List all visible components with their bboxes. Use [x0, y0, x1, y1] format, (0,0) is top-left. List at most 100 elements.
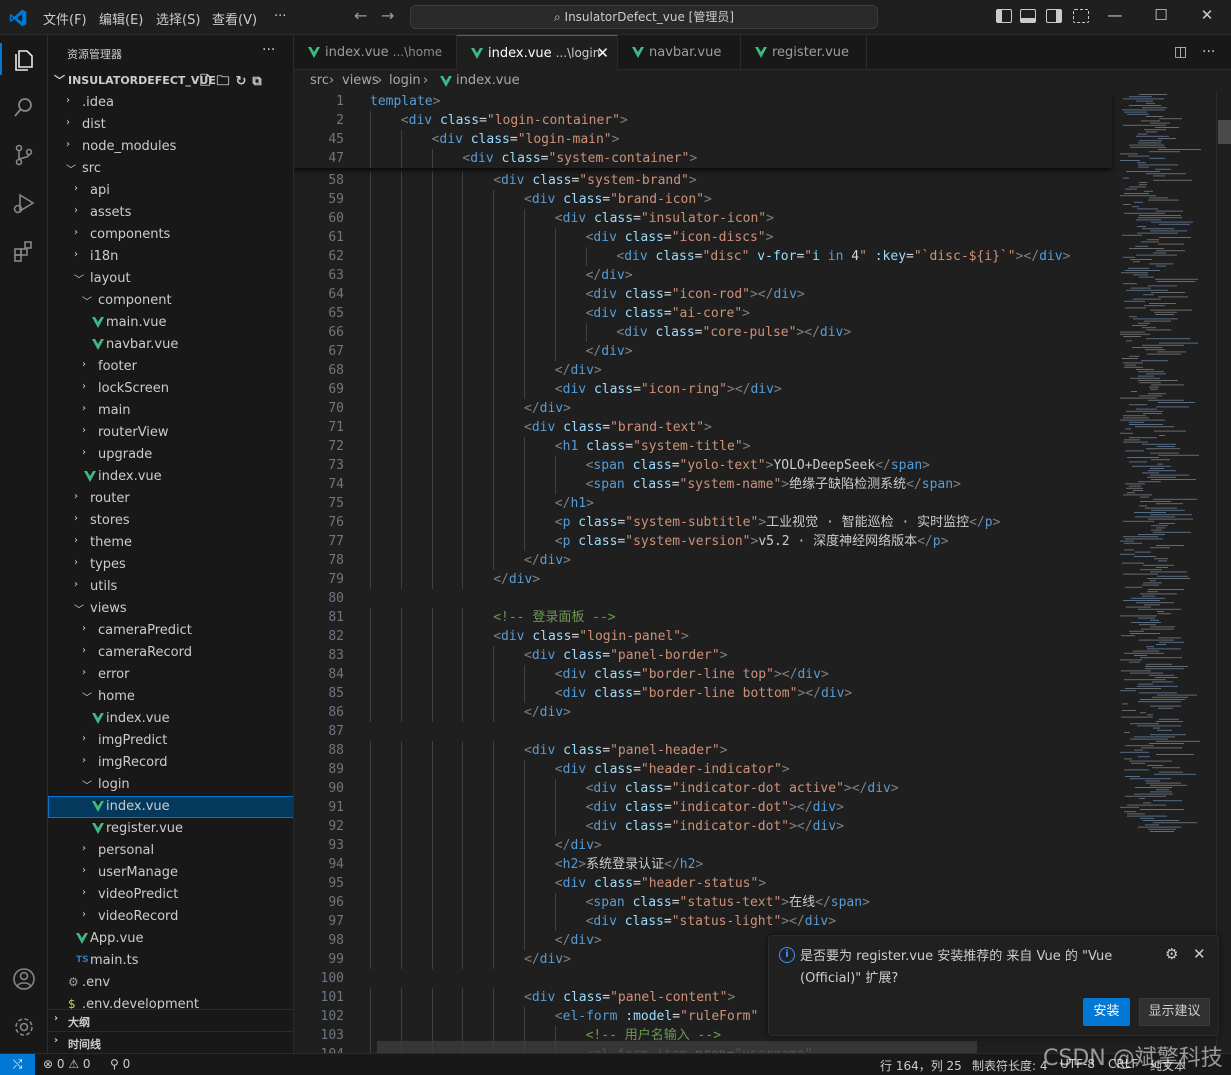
tree-folder[interactable]: › footer	[48, 356, 293, 378]
tree-folder[interactable]: ﹀ home	[48, 686, 293, 708]
tree-folder[interactable]: ﹀ login	[48, 774, 293, 796]
code-line[interactable]: 65 <div class="ai-core">	[294, 304, 1112, 323]
code-line[interactable]: 77 <p class="system-version">v5.2 · 深度神经网…	[294, 532, 1112, 551]
toggle-panel-icon[interactable]	[1020, 9, 1036, 23]
code-line[interactable]: 79 </div>	[294, 570, 1112, 589]
tree-folder[interactable]: › main	[48, 400, 293, 422]
close-window-icon[interactable]: ✕	[1197, 6, 1217, 24]
horizontal-scrollbar[interactable]	[377, 1041, 977, 1053]
settings-gear-icon[interactable]	[10, 1013, 38, 1041]
code-line[interactable]: 85 <div class="border-line bottom"></div>	[294, 684, 1112, 703]
tree-folder[interactable]: › error	[48, 664, 293, 686]
tree-file[interactable]: TS main.ts	[48, 950, 293, 972]
code-line[interactable]: 90 <div class="indicator-dot active"></di…	[294, 779, 1112, 798]
menu-view[interactable]: 查看(V)	[212, 9, 257, 28]
tree-folder[interactable]: › imgPredict	[48, 730, 293, 752]
tree-folder[interactable]: › routerView	[48, 422, 293, 444]
menu-more[interactable]: ···	[274, 9, 286, 24]
breadcrumb-login[interactable]: login	[389, 73, 421, 88]
code-line[interactable]: 80	[294, 589, 1112, 608]
remote-icon[interactable]: ⤭	[0, 1054, 35, 1075]
extensions-icon[interactable]	[10, 237, 38, 265]
tree-file[interactable]: ⚙ .env	[48, 972, 293, 994]
minimap[interactable]	[1112, 92, 1216, 1053]
refresh-icon[interactable]: ↻	[235, 74, 252, 89]
breadcrumb-src[interactable]: src	[310, 73, 329, 88]
tree-file[interactable]: navbar.vue	[48, 334, 293, 356]
code-line[interactable]: 82 <div class="login-panel">	[294, 627, 1112, 646]
code-line[interactable]: 69 <div class="icon-ring"></div>	[294, 380, 1112, 399]
code-line[interactable]: 1 template>	[294, 92, 1112, 111]
tree-folder[interactable]: ﹀ views	[48, 598, 293, 620]
code-line[interactable]: 58 <div class="system-brand">	[294, 171, 1112, 190]
tree-folder[interactable]: › components	[48, 224, 293, 246]
tree-folder[interactable]: › upgrade	[48, 444, 293, 466]
code-line[interactable]: 78 </div>	[294, 551, 1112, 570]
menu-selection[interactable]: 选择(S)	[156, 9, 200, 28]
code-line[interactable]: 84 <div class="border-line top"></div>	[294, 665, 1112, 684]
tree-folder[interactable]: ﹀ src	[48, 158, 293, 180]
code-line[interactable]: 94 <h2>系统登录认证</h2>	[294, 855, 1112, 874]
tree-folder[interactable]: › dist	[48, 114, 293, 136]
source-control-icon[interactable]	[10, 141, 38, 169]
explorer-more-actions[interactable]: ···	[262, 42, 275, 58]
scrollbar-thumb[interactable]	[1218, 120, 1231, 144]
split-editor-icon[interactable]: ◫	[1174, 44, 1187, 60]
code-line[interactable]: 96 <span class="status-text">在线</span>	[294, 893, 1112, 912]
tree-folder[interactable]: › .idea	[48, 92, 293, 114]
code-line[interactable]: 97 <div class="status-light"></div>	[294, 912, 1112, 931]
tree-folder[interactable]: › cameraPredict	[48, 620, 293, 642]
run-debug-icon[interactable]	[10, 189, 38, 217]
tree-file[interactable]: index.vue	[48, 796, 293, 818]
code-line[interactable]: 64 <div class="icon-rod"></div>	[294, 285, 1112, 304]
tree-folder[interactable]: › node_modules	[48, 136, 293, 158]
customize-layout-icon[interactable]	[1073, 9, 1089, 23]
code-line[interactable]: 88 <div class="panel-header">	[294, 741, 1112, 760]
tab-index-login[interactable]: index.vue ...\login ✕	[457, 35, 618, 71]
new-file-icon[interactable]: 🗋	[200, 74, 216, 89]
code-editor[interactable]: 58 <div class="system-brand"> 59 <div class…	[294, 92, 1231, 1053]
code-line[interactable]: 60 <div class="insulator-icon">	[294, 209, 1112, 228]
tree-folder[interactable]: ﹀ layout	[48, 268, 293, 290]
problems-status[interactable]: ⊗ 0 ⚠ 0	[43, 1057, 91, 1071]
sticky-scroll-header[interactable]: 1 template> 2 <div class="login-container">…	[294, 92, 1112, 168]
code-line[interactable]: 92 <div class="indicator-dot"></div>	[294, 817, 1112, 836]
code-line[interactable]: 93 </div>	[294, 836, 1112, 855]
tree-folder[interactable]: › stores	[48, 510, 293, 532]
outline-section[interactable]: › 大纲	[48, 1009, 293, 1031]
gear-icon[interactable]: ⚙	[1165, 945, 1178, 963]
code-line[interactable]: 73 <span class="yolo-text">YOLO+DeepSeek<…	[294, 456, 1112, 475]
code-line[interactable]: 66 <div class="core-pulse"></div>	[294, 323, 1112, 342]
code-line[interactable]: 89 <div class="header-indicator">	[294, 760, 1112, 779]
ports-status[interactable]: ⚲ 0	[110, 1057, 130, 1071]
code-line[interactable]: 74 <span class="system-name">绝缘子缺陷检测系统</s…	[294, 475, 1112, 494]
close-icon[interactable]: ✕	[596, 44, 609, 62]
tree-folder[interactable]: › api	[48, 180, 293, 202]
minimize-icon[interactable]: —	[1105, 6, 1125, 24]
code-line[interactable]: 83 <div class="panel-border">	[294, 646, 1112, 665]
code-line[interactable]: 59 <div class="brand-icon">	[294, 190, 1112, 209]
show-recommendations-button[interactable]: 显示建议	[1139, 998, 1210, 1026]
code-line[interactable]: 86 </div>	[294, 703, 1112, 722]
tree-folder[interactable]: › theme	[48, 532, 293, 554]
tree-folder[interactable]: › personal	[48, 840, 293, 862]
tab-register[interactable]: register.vue	[741, 35, 867, 70]
search-icon[interactable]	[10, 93, 38, 121]
toggle-secondary-sidebar-icon[interactable]	[1046, 9, 1062, 23]
tree-file[interactable]: index.vue	[48, 466, 293, 488]
tree-folder[interactable]: › utils	[48, 576, 293, 598]
breadcrumb-file[interactable]: index.vue	[456, 73, 520, 88]
tree-folder[interactable]: › i18n	[48, 246, 293, 268]
maximize-icon[interactable]: ☐	[1151, 6, 1171, 24]
install-button[interactable]: 安装	[1083, 998, 1130, 1026]
tree-folder[interactable]: › types	[48, 554, 293, 576]
project-actions[interactable]: 🗋🗀↻⧉	[200, 72, 268, 94]
code-line[interactable]: 68 </div>	[294, 361, 1112, 380]
code-line[interactable]: 81 <!-- 登录面板 -->	[294, 608, 1112, 627]
code-line[interactable]: 2 <div class="login-container">	[294, 111, 1112, 130]
tree-file[interactable]: App.vue	[48, 928, 293, 950]
tree-file[interactable]: index.vue	[48, 708, 293, 730]
collapse-all-icon[interactable]: ⧉	[252, 74, 267, 89]
code-line[interactable]: 45 <div class="login-main">	[294, 130, 1112, 149]
tab-index-home[interactable]: index.vue ...\home	[294, 35, 457, 70]
